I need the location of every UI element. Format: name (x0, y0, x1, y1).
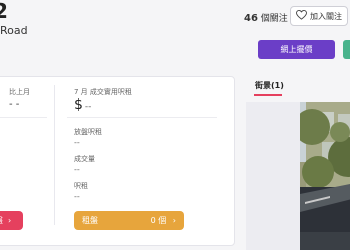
yield-value: -- (74, 192, 80, 201)
secondary-action-button[interactable] (343, 40, 350, 59)
heart-icon (296, 9, 307, 22)
stats-card: 比上月 - - 7 月 成交實用呎租 $ -- 放盤呎租 -- 成交量 -- 呎租… (0, 76, 235, 246)
last-month-label: 比上月 (9, 88, 30, 96)
rent-listing-count-wrap: 0 個 › (151, 215, 176, 226)
follower-label: 個關注 (260, 14, 288, 24)
rent-amount: -- (84, 102, 92, 112)
volume-value: -- (74, 165, 80, 174)
listing-button-label: 盤 (0, 215, 3, 226)
follow-button[interactable]: 加入關注 (290, 6, 348, 26)
rent-currency: $ (74, 97, 83, 113)
rent-listing-label: 租盤 (82, 216, 98, 225)
follower-count-text: 46 個關注 (244, 11, 288, 24)
chevron-right-icon: › (8, 216, 12, 225)
rent-label: 7 月 成交實用呎租 (74, 88, 132, 96)
rent-value: $ -- (74, 97, 91, 113)
tab-active-indicator (254, 94, 282, 96)
rent-listing-button[interactable]: 租盤 0 個 › (74, 211, 184, 230)
building-road: Road (0, 24, 28, 37)
volume-label: 成交量 (74, 155, 95, 163)
building-name: 2 (0, 0, 8, 23)
rent-listing-count: 0 個 (150, 216, 167, 225)
listing-button[interactable]: 盤 › (0, 211, 23, 230)
yield-label: 呎租 (74, 182, 88, 190)
street-view-panel (246, 102, 350, 250)
listing-rent-label: 放盤呎租 (74, 128, 102, 136)
follow-button-label: 加入關注 (310, 11, 342, 21)
online-offer-button[interactable]: 網上擺價 (258, 40, 335, 59)
listing-rent-value: -- (74, 138, 80, 147)
street-view-photo[interactable] (300, 102, 350, 250)
tab-street-view[interactable]: 街景(1) (255, 80, 284, 91)
column-divider (54, 85, 55, 225)
last-month-value: - - (9, 99, 20, 110)
divider (0, 117, 47, 118)
chevron-right-icon: › (172, 216, 176, 225)
follower-count: 46 (244, 13, 258, 24)
divider (67, 117, 217, 118)
